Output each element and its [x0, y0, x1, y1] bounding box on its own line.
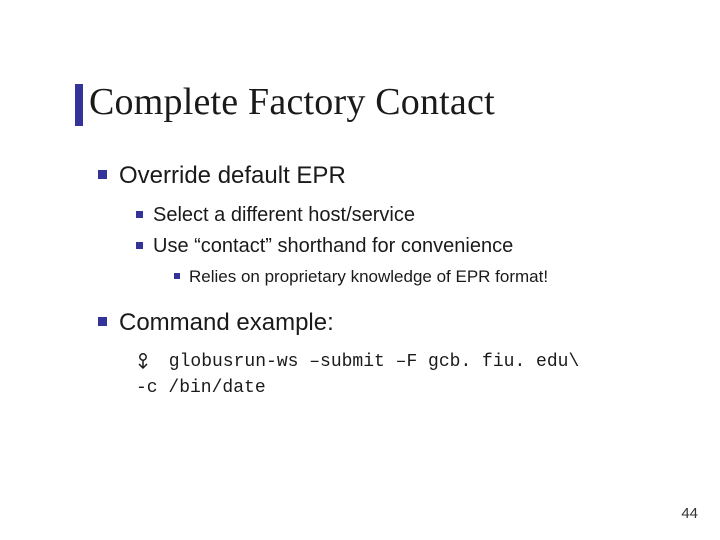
sub-list: Select a different host/service Use “con… — [98, 202, 660, 289]
square-bullet-icon — [174, 273, 180, 279]
square-bullet-icon — [136, 242, 143, 249]
bullet-text: Use “contact” shorthand for convenience — [153, 235, 513, 257]
title-block: Complete Factory Contact — [75, 80, 495, 124]
list-item: Relies on proprietary knowledge of EPR f… — [174, 266, 660, 289]
list-item: Override default EPR Select a different … — [98, 160, 660, 289]
body-list: Override default EPR Select a different … — [98, 160, 660, 418]
prompt-bullet-icon — [136, 353, 150, 369]
bullet-text: Override default EPR — [119, 162, 346, 189]
slide-title: Complete Factory Contact — [83, 80, 495, 124]
square-bullet-icon — [98, 317, 107, 326]
sub-sub-list: Relies on proprietary knowledge of EPR f… — [136, 266, 660, 289]
bullet-text: Relies on proprietary knowledge of EPR f… — [189, 267, 548, 286]
square-bullet-icon — [136, 211, 143, 218]
bullet-text: Select a different host/service — [153, 204, 415, 226]
command-block: globusrun-ws –submit –F gcb. fiu. edu\ -… — [98, 348, 660, 401]
list-item: Command example: globusrun-ws –submit –F… — [98, 307, 660, 400]
list-item: Use “contact” shorthand for convenience … — [136, 233, 660, 289]
slide: Complete Factory Contact Override defaul… — [0, 0, 720, 540]
page-number: 44 — [681, 505, 698, 522]
square-bullet-icon — [98, 170, 107, 179]
bullet-text: Command example: — [119, 309, 334, 336]
list-item: Select a different host/service — [136, 202, 660, 229]
command-text-line1: globusrun-ws –submit –F gcb. fiu. edu\ — [158, 352, 579, 372]
command-text-line2: -c /bin/date — [136, 378, 266, 398]
